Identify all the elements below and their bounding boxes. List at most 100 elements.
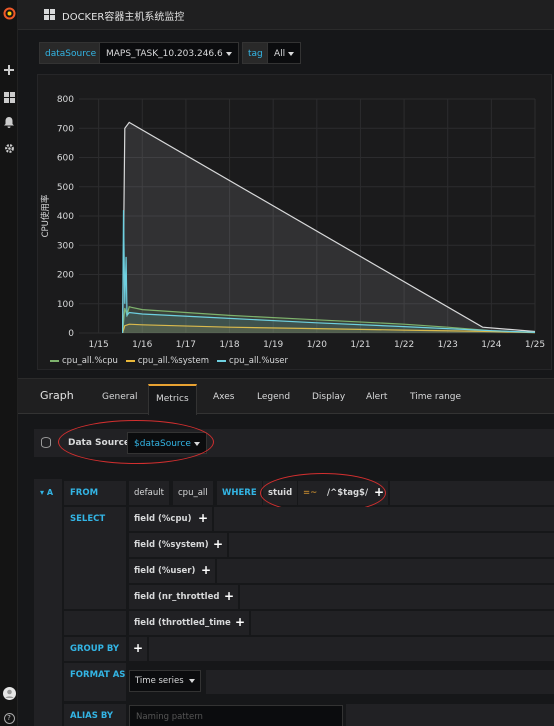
x-tick-label: 1/24 <box>481 340 501 350</box>
y-tick-label: 500 <box>57 183 74 193</box>
select-field-system[interactable]: field (%system) <box>129 533 214 557</box>
legend-item[interactable]: cpu_all.%system <box>125 356 209 366</box>
add-select-part-button[interactable]: + <box>197 559 215 583</box>
add-group-by-button[interactable]: + <box>129 637 147 661</box>
chevron-down-icon <box>189 678 196 683</box>
x-tick-label: 1/18 <box>219 340 239 350</box>
gear-icon[interactable] <box>2 141 16 155</box>
legend-label: cpu_all.%user <box>229 356 288 366</box>
select-field-user[interactable]: field (%user) <box>129 559 201 583</box>
bell-icon[interactable] <box>2 115 16 129</box>
legend-swatch <box>125 360 135 362</box>
add-select-part-button[interactable]: + <box>209 533 227 557</box>
editor-title: Graph <box>40 389 74 402</box>
query-collapse-toggle[interactable]: ▾ A <box>40 488 53 497</box>
tab-alert[interactable]: Alert <box>366 392 387 402</box>
chevron-down-icon <box>193 441 200 446</box>
x-tick-label: 1/25 <box>525 340 545 350</box>
group-by-keyword: GROUP BY <box>64 637 126 661</box>
datasource-variable-value: MAPS_TASK_10.203.246.6 <box>106 49 223 59</box>
tab-axes[interactable]: Axes <box>213 392 234 402</box>
row-filler <box>217 559 554 583</box>
x-tick-label: 1/21 <box>350 340 370 350</box>
x-tick-label: 1/15 <box>89 340 109 350</box>
datasource-picker-value: $dataSource <box>134 439 191 449</box>
dashboards-icon[interactable] <box>2 90 16 104</box>
y-tick-label: 600 <box>57 154 74 164</box>
select-field-throttled-time[interactable]: field (throttled_time) <box>129 611 240 635</box>
row-filler <box>214 507 554 531</box>
chart-legend: cpu_all.%cpu cpu_all.%system cpu_all.%user <box>50 356 288 366</box>
y-tick-label: 700 <box>57 124 74 134</box>
select-field-nr-throttled[interactable]: field (nr_throttled) <box>129 585 229 609</box>
tab-general[interactable]: General <box>102 392 137 402</box>
select-keyword-spacer <box>64 559 126 583</box>
where-keyword: WHERE <box>217 481 262 505</box>
row-filler <box>229 533 554 557</box>
chevron-down-icon <box>225 51 232 56</box>
select-keyword-spacer <box>64 585 126 609</box>
grafana-logo-icon[interactable] <box>2 6 16 20</box>
tab-legend[interactable]: Legend <box>257 392 290 402</box>
where-key-segment[interactable]: stuid <box>263 481 298 505</box>
chevron-down-icon <box>288 51 295 56</box>
y-tick-label: 100 <box>57 300 74 310</box>
query-row-gutter: ▾ A <box>34 479 62 726</box>
where-operator-segment[interactable]: =~ <box>298 481 323 505</box>
legend-swatch <box>50 360 59 362</box>
plus-icon[interactable] <box>2 63 16 77</box>
add-select-part-button[interactable]: + <box>231 611 249 635</box>
tag-variable-label: tag <box>242 42 269 64</box>
datasource-variable-label: dataSource <box>39 42 103 64</box>
influx-query-editor: ▾ A FROM default cpu_all WHERE stuid =~ … <box>34 473 554 726</box>
legend-item[interactable]: cpu_all.%cpu <box>50 356 118 366</box>
help-icon[interactable]: ? <box>2 711 16 725</box>
alias-by-input[interactable]: Naming pattern <box>129 705 343 726</box>
tag-variable-value: All <box>274 49 286 59</box>
tab-display[interactable]: Display <box>312 392 345 402</box>
x-tick-label: 1/22 <box>394 340 414 350</box>
cpu-chart[interactable]: 0 100 200 300 400 500 600 700 800 1/15 1/16 1/17 1/1… <box>38 75 553 355</box>
datasource-picker[interactable]: $dataSource <box>127 432 207 454</box>
dashboard-navbar: DOCKER容器主机系统监控 <box>18 0 554 30</box>
row-filler <box>390 481 554 505</box>
y-tick-label: 0 <box>68 329 74 339</box>
tab-metrics[interactable]: Metrics <box>148 384 197 415</box>
select-keyword-spacer <box>64 533 126 557</box>
add-where-button[interactable]: + <box>370 481 388 505</box>
y-tick-label: 400 <box>57 212 74 222</box>
dashboard-title[interactable]: DOCKER容器主机系统监控 <box>62 8 184 23</box>
add-select-part-button[interactable]: + <box>194 507 212 531</box>
format-as-select[interactable]: Time series <box>129 670 202 692</box>
query-ref-id: A <box>46 488 54 497</box>
x-tick-label: 1/16 <box>132 340 152 350</box>
legend-item[interactable]: cpu_all.%user <box>217 356 288 366</box>
x-tick-label: 1/19 <box>263 340 283 350</box>
select-keyword-spacer <box>64 611 126 635</box>
tag-variable-select[interactable]: All <box>267 42 302 64</box>
x-tick-label: 1/23 <box>438 340 458 350</box>
graph-panel[interactable]: 0 100 200 300 400 500 600 700 800 1/15 1/16 1/17 1/1… <box>37 74 552 370</box>
database-icon <box>41 437 51 448</box>
format-as-keyword: FORMAT AS <box>64 663 126 701</box>
select-field-cpu[interactable]: field (%cpu) <box>129 507 197 531</box>
y-tick-label: 800 <box>57 95 74 105</box>
row-filler <box>240 585 554 609</box>
help-glyph: ? <box>3 712 15 724</box>
dashboard-grid-icon <box>44 9 55 20</box>
add-select-part-button[interactable]: + <box>220 585 238 609</box>
row-filler <box>346 704 554 726</box>
row-filler <box>251 611 554 635</box>
query-datasource-row: Data Source $dataSource <box>34 429 554 457</box>
alias-by-keyword: ALIAS BY <box>64 704 126 726</box>
datasource-variable-select[interactable]: MAPS_TASK_10.203.246.6 <box>99 42 239 64</box>
measurement-segment[interactable]: cpu_all <box>173 481 213 505</box>
x-tick-label: 1/17 <box>176 340 196 350</box>
row-filler <box>206 670 554 694</box>
where-value-segment[interactable]: /^$tag$/ <box>322 481 374 505</box>
x-tick-label: 1/20 <box>307 340 327 350</box>
retention-policy-segment[interactable]: default <box>129 481 169 505</box>
legend-swatch <box>217 360 227 362</box>
avatar[interactable] <box>2 686 16 700</box>
tab-time-range[interactable]: Time range <box>410 392 461 402</box>
